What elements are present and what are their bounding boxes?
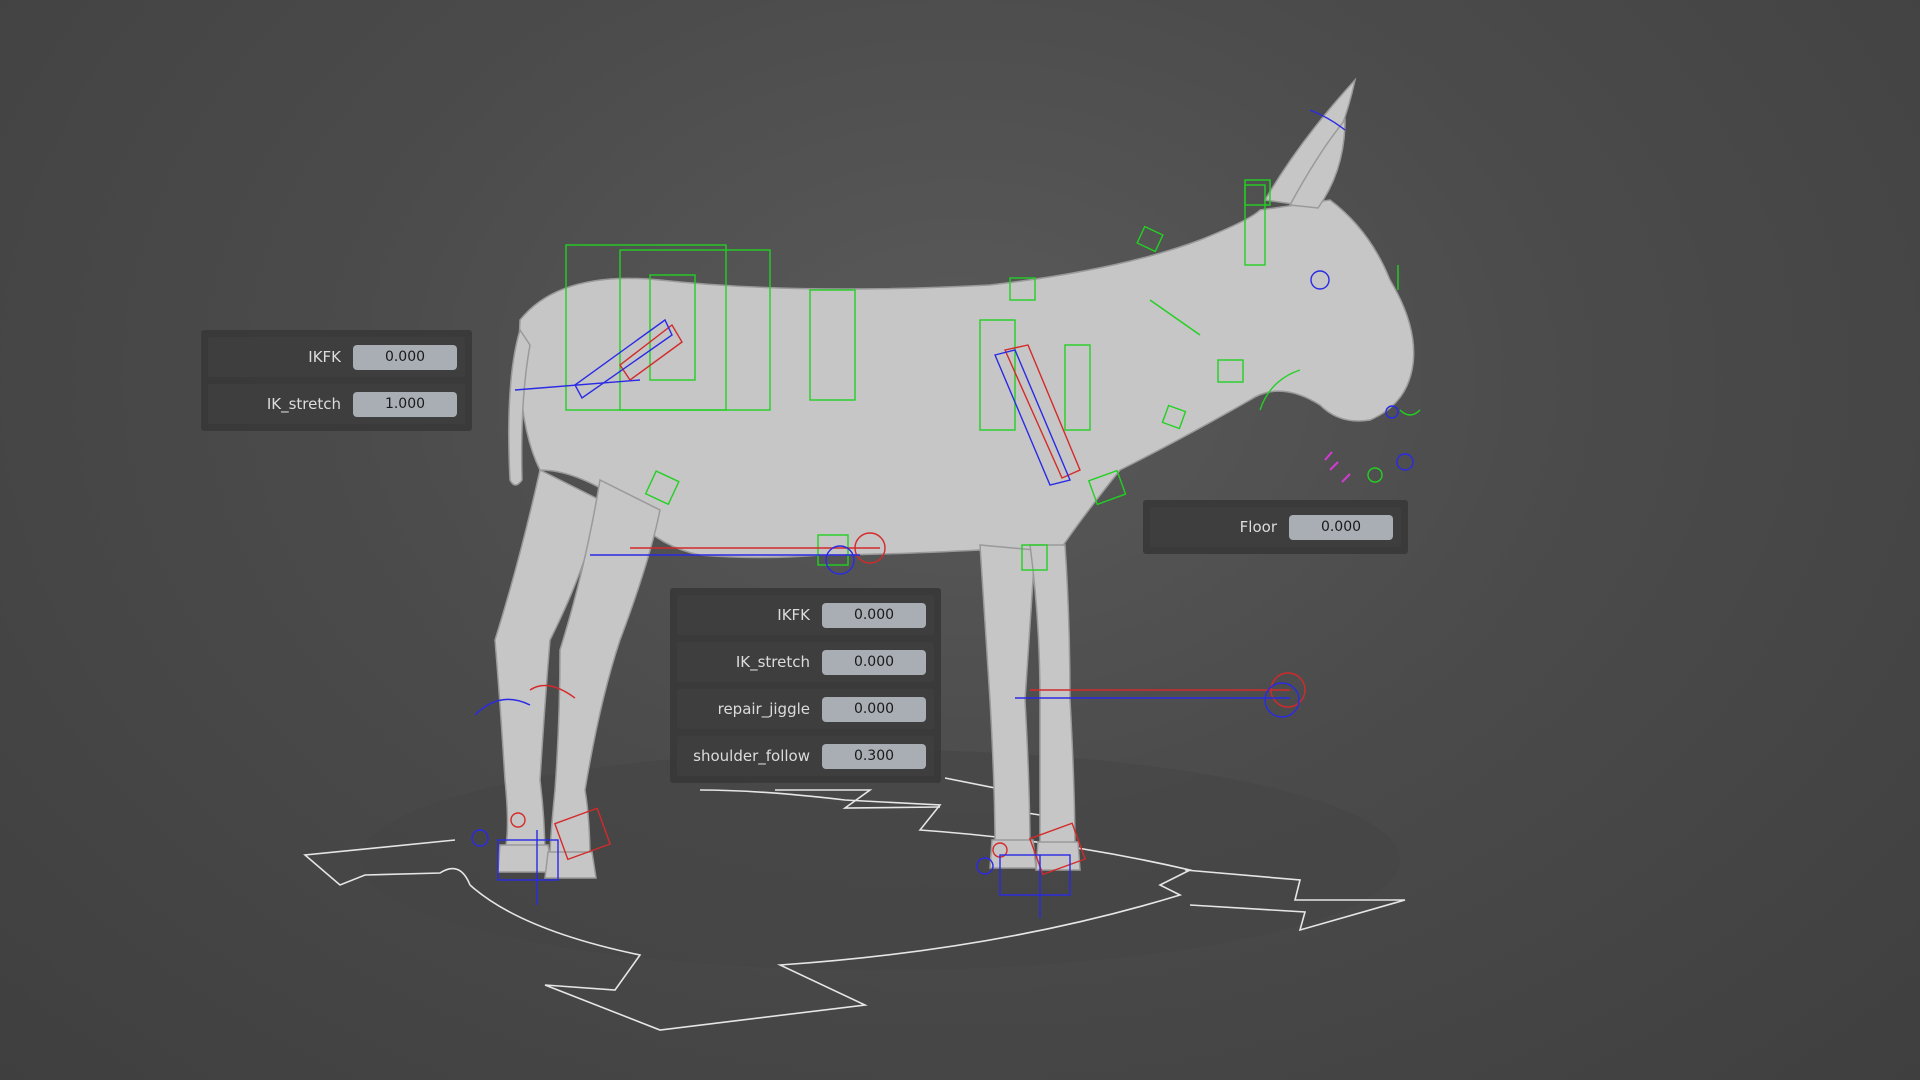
neck-control-2 [1136,225,1164,253]
chin-control [1399,409,1421,416]
property-row: IK_stretch 0.000 [677,642,934,682]
shoulder-follow-value-field[interactable]: 0.300 [822,743,926,769]
property-label: IK_stretch [266,395,341,413]
property-row: IKFK 0.000 [208,337,465,377]
floor-value-field[interactable]: 0.000 [1289,514,1393,540]
front-leg-properties-panel: IKFK 0.000 IK_stretch 0.000 repair_jiggl… [670,588,941,783]
scene-svg [303,77,1421,1031]
donkey-hoof-2 [544,851,597,879]
repair-jiggle-value-field[interactable]: 0.000 [822,696,926,722]
property-label: IKFK [308,348,341,366]
property-row: repair_jiggle 0.000 [677,689,934,729]
property-label: IKFK [777,606,810,624]
back-leg-properties-panel: IKFK 0.000 IK_stretch 1.000 [201,330,472,431]
property-label: shoulder_follow [693,747,810,765]
head-properties-panel: Floor 0.000 [1143,500,1408,554]
face-controls[interactable] [1324,451,1351,483]
3d-viewport[interactable]: IKFK 0.000 IK_stretch 1.000 IKFK 0.000 I… [0,0,1920,1080]
property-row: shoulder_follow 0.300 [677,736,934,776]
property-label: Floor [1239,518,1277,536]
nose-control-1 [1367,467,1383,483]
ikfk-value-field[interactable]: 0.000 [353,344,457,370]
property-row: IKFK 0.000 [677,595,934,635]
lip-control-2 [1329,461,1339,471]
property-label: repair_jiggle [717,700,810,718]
nostril-control [1385,405,1399,419]
property-label: IK_stretch [735,653,810,671]
ikfk-value-field[interactable]: 0.000 [822,602,926,628]
property-row: IK_stretch 1.000 [208,384,465,424]
pole-target-left [1264,682,1300,718]
ear-control [1244,179,1271,206]
lip-control-3 [1341,473,1351,483]
ik-stretch-value-field[interactable]: 0.000 [822,649,926,675]
donkey-hoof-1 [497,844,553,873]
property-row: Floor 0.000 [1150,507,1401,547]
donkey-hoof-4 [1035,841,1081,871]
ik-stretch-value-field[interactable]: 1.000 [353,391,457,417]
lip-control-1 [1324,451,1333,461]
mouth-control-1 [1396,453,1414,471]
